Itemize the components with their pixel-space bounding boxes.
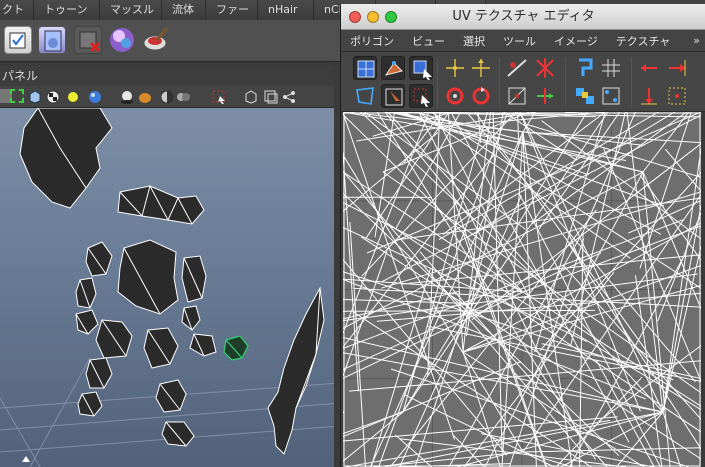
- frame-icon[interactable]: [264, 89, 278, 104]
- toolbar-divider: [631, 58, 632, 108]
- uv-edge: [662, 246, 701, 413]
- shadow-sphere-icon[interactable]: [120, 89, 134, 104]
- rotate-cw-icon[interactable]: [469, 84, 493, 108]
- toolbar-divider: [437, 58, 438, 108]
- uv-editor-menubar: ポリゴン ビュー 選択 ツール イメージ テクスチャ »: [341, 30, 705, 52]
- multi-view-icon[interactable]: [176, 89, 190, 103]
- menu-polygon[interactable]: ポリゴン: [341, 33, 403, 49]
- uv-edge: [555, 376, 643, 467]
- uv-edge: [662, 411, 682, 467]
- shelf-tab[interactable]: 流体: [162, 0, 206, 20]
- uv-edge: [399, 438, 626, 467]
- uv-shells-3d-view: [0, 108, 340, 467]
- uv-edge: [662, 149, 701, 413]
- wireframe-icon[interactable]: [10, 89, 24, 103]
- cube-icon[interactable]: [28, 89, 42, 104]
- zoom-window-icon[interactable]: [385, 11, 397, 23]
- uv-edge: [343, 113, 429, 334]
- cursor-icon: [22, 456, 30, 462]
- move-sew-icon[interactable]: [533, 84, 557, 108]
- uv-wire-icon[interactable]: [353, 84, 377, 108]
- uv-editor-shelf-icon[interactable]: [4, 26, 32, 54]
- selected-uv-shell[interactable]: [223, 335, 249, 361]
- box-icon[interactable]: [244, 89, 258, 104]
- texture-shelf-icon[interactable]: [38, 26, 66, 54]
- uv-edge: [360, 112, 544, 286]
- uv-grid-select-icon[interactable]: [353, 56, 377, 80]
- menu-overflow-icon[interactable]: »: [693, 34, 700, 47]
- render-teapot-icon[interactable]: [138, 89, 152, 103]
- uv-edge: [534, 112, 606, 353]
- shelf-tab[interactable]: クト: [0, 0, 34, 20]
- uv-edge: [374, 112, 395, 238]
- cut-uv-edges-icon[interactable]: [505, 56, 529, 80]
- grid-uv-icon[interactable]: [599, 56, 623, 80]
- uv-edge: [343, 290, 460, 320]
- light-icon[interactable]: [66, 89, 80, 103]
- uv-lattice-icon[interactable]: [381, 56, 405, 80]
- minimize-window-icon[interactable]: [367, 11, 379, 23]
- flip-uv-v-icon[interactable]: [469, 56, 493, 80]
- uv-edge: [451, 433, 485, 467]
- uv-edge: [396, 197, 701, 241]
- uv-edge: [384, 411, 664, 467]
- uv-canvas-scrollbar[interactable]: [701, 112, 705, 467]
- delete-history-shelf-icon[interactable]: [74, 26, 102, 54]
- uv-edge: [642, 171, 701, 309]
- uv-canvas[interactable]: [343, 112, 701, 467]
- toolbar-divider: [565, 58, 566, 108]
- shelf-tab[interactable]: nHair: [258, 0, 314, 20]
- uv-edge: [343, 309, 595, 312]
- uv-editor-titlebar[interactable]: UV テクスチャ エディタ: [341, 4, 705, 30]
- maya-screen: クト トゥーン マッスル 流体 ファー nHair nCloth カスタム XG…: [0, 0, 705, 467]
- 3d-viewport[interactable]: [0, 108, 340, 467]
- panel-menu-label[interactable]: パネル: [0, 66, 340, 86]
- shelf-tab[interactable]: マッスル: [100, 0, 162, 20]
- uv-shell-stack-icon[interactable]: [573, 84, 597, 108]
- align-left-icon[interactable]: [637, 56, 661, 80]
- align-bottom-icon[interactable]: [637, 84, 661, 108]
- uv-wireframe: [343, 112, 701, 467]
- material-ball-shelf-icon[interactable]: [108, 26, 136, 54]
- menu-tool[interactable]: ツール: [494, 33, 545, 49]
- uv-editor-toolbar: [341, 52, 705, 112]
- menu-image[interactable]: イメージ: [545, 33, 607, 49]
- uv-smudge-icon[interactable]: [381, 84, 405, 108]
- menu-select[interactable]: 選択: [454, 33, 494, 49]
- uv-edge: [639, 112, 692, 269]
- normalize-uv-icon[interactable]: [599, 84, 623, 108]
- paint-brush-shelf-icon[interactable]: [142, 26, 170, 54]
- align-right-icon[interactable]: [665, 56, 689, 80]
- share-icon[interactable]: [282, 89, 296, 103]
- menu-view[interactable]: ビュー: [403, 33, 454, 49]
- uv-move-icon[interactable]: [409, 56, 433, 80]
- half-sphere-icon[interactable]: [160, 89, 174, 104]
- toolbar-divider: [499, 58, 500, 108]
- shelf-tab[interactable]: ファー: [206, 0, 258, 20]
- shelf-tab[interactable]: トゥーン: [34, 0, 100, 20]
- uv-edge: [343, 411, 404, 435]
- rotate-ccw-icon[interactable]: [443, 84, 467, 108]
- layout-uv-icon[interactable]: [573, 56, 597, 80]
- checker-icon[interactable]: [46, 89, 60, 104]
- sphere-icon[interactable]: [88, 89, 102, 103]
- close-window-icon[interactable]: [349, 11, 361, 23]
- uv-texture-editor-window: UV テクスチャ エディタ ポリゴン ビュー 選択 ツール イメージ テクスチャ…: [340, 4, 705, 467]
- align-top-icon[interactable]: [665, 84, 689, 108]
- flip-uv-u-icon[interactable]: [443, 56, 467, 80]
- sew-uv-icon[interactable]: [505, 84, 529, 108]
- uv-tweak-icon[interactable]: [409, 84, 433, 108]
- uv-edge: [603, 148, 701, 381]
- shelf: [0, 20, 340, 62]
- uv-edge: [395, 434, 433, 467]
- split-uv-icon[interactable]: [533, 56, 557, 80]
- viewport-toolbar: [0, 86, 340, 108]
- uv-edge: [343, 226, 588, 343]
- isolate-select-icon[interactable]: [212, 89, 226, 104]
- menu-texture[interactable]: テクスチャ: [607, 33, 680, 49]
